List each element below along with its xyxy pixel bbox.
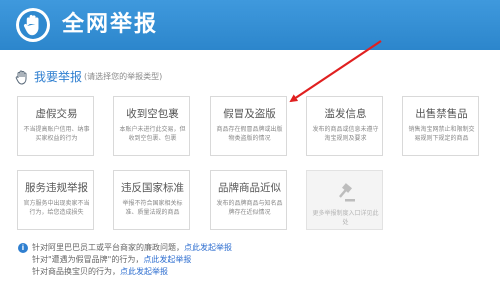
card-title: 出售禁售品 <box>415 108 468 120</box>
report-card-brand-similar[interactable]: 品牌商品近似 发布的品牌商品与知名品牌存在近似情况 <box>210 170 287 230</box>
info-icon: i <box>18 243 28 253</box>
note-line: 针对"遭遇为假冒品牌"的行为，点此发起举报 <box>32 255 192 264</box>
page-title: 全网举报 <box>62 12 159 37</box>
report-card-counterfeit-piracy[interactable]: 假冒及盗版 商品存在假冒品牌或出版物类盗版的情况 <box>210 96 287 156</box>
card-title: 服务违规举报 <box>25 182 88 194</box>
report-card-empty-package[interactable]: 收到空包裹 本账户未进行此交易，但收到空包裹、包裹 <box>113 96 190 156</box>
hand-icon <box>15 70 27 85</box>
report-card-more-disabled: 更多举报制度入口详见此处 <box>306 170 383 230</box>
card-desc: 不当提高账户信用、纳事买家权益的行为 <box>23 126 90 142</box>
card-title: 虚假交易 <box>35 108 78 120</box>
report-card-national-standard[interactable]: 违反国家标准 举报不符合国家相关标准、质量法规的商品 <box>113 170 190 230</box>
report-card-spam-info[interactable]: 滥发信息 发布的商品或信息未遵守淘宝规则及要求 <box>306 96 383 156</box>
header-banner: 全网举报 <box>0 0 500 50</box>
section-title: 我要举报 <box>34 70 83 84</box>
card-desc: 商品存在假冒品牌或出版物类盗版的情况 <box>216 126 283 142</box>
gavel-icon <box>339 183 355 202</box>
note-line: 针对商品换宝贝的行为，点此发起举报 <box>32 267 168 276</box>
card-desc: 发布的商品或信息未遵守淘宝规则及要求 <box>312 126 379 142</box>
report-link[interactable]: 点此发起举报 <box>143 255 191 264</box>
report-card-prohibited-goods[interactable]: 出售禁售品 销售淘宝网禁止和限制交易规则下规定的商品 <box>402 96 479 156</box>
card-desc: 更多举报制度入口详见此处 <box>312 210 379 226</box>
report-card-fake-transaction[interactable]: 虚假交易 不当提高账户信用、纳事买家权益的行为 <box>17 96 94 156</box>
card-desc: 举报不符合国家相关标准、质量法规的商品 <box>122 200 183 216</box>
section-hint: (请选择您的举报类型) <box>84 72 163 81</box>
note-line: 针对阿里巴巴员工或平台商家的廉政问题，点此发起举报 <box>32 243 232 252</box>
card-desc: 销售淘宝网禁止和限制交易规则下规定的商品 <box>408 126 475 142</box>
card-title: 品牌商品近似 <box>218 182 281 194</box>
card-title: 收到空包裹 <box>126 108 179 120</box>
card-desc: 官方服务中出现卖家不当行为，给您造成损失 <box>23 200 90 216</box>
card-desc: 本账户未进行此交易，但收到空包裹、包裹 <box>119 126 186 142</box>
report-link[interactable]: 点此发起举报 <box>120 267 168 276</box>
report-card-service-violation[interactable]: 服务违规举报 官方服务中出现卖家不当行为，给您造成损失 <box>17 170 94 230</box>
card-title: 违反国家标准 <box>121 182 184 194</box>
card-title: 滥发信息 <box>324 108 367 120</box>
card-desc: 发布的品牌商品与知名品牌存在近似情况 <box>216 200 283 216</box>
report-link[interactable]: 点此发起举报 <box>184 243 232 252</box>
hand-shield-icon <box>16 8 50 42</box>
card-title: 假冒及盗版 <box>223 108 276 120</box>
